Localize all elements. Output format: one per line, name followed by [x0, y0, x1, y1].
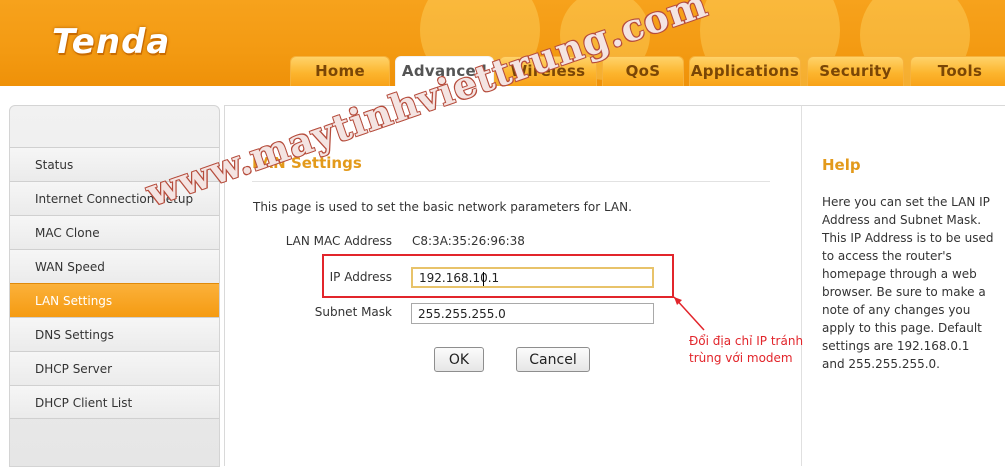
page-description: This page is used to set the basic netwo…: [253, 200, 632, 214]
ip-address-input[interactable]: [411, 267, 654, 288]
tab-advanced[interactable]: Advanced: [395, 56, 494, 86]
sidebar-item-internet-connection-setup[interactable]: Internet Connection Setup: [10, 181, 219, 215]
sidebar: Status Internet Connection Setup MAC Clo…: [9, 105, 220, 467]
text-cursor: [483, 272, 484, 286]
header-bar: Tenda Home Advanced Wireless QoS Applica…: [0, 0, 1005, 86]
sidebar-item-mac-clone[interactable]: MAC Clone: [10, 215, 219, 249]
help-title: Help: [822, 156, 861, 174]
tab-tools[interactable]: Tools: [910, 56, 1005, 86]
ip-address-label: IP Address: [329, 270, 392, 284]
subnet-mask-input[interactable]: [411, 303, 654, 324]
help-text: Here you can set the LAN IP Address and …: [822, 195, 994, 371]
sidebar-item-lan-settings[interactable]: LAN Settings: [10, 283, 219, 317]
cancel-button[interactable]: Cancel: [516, 347, 590, 372]
page-title: LAN Settings: [252, 154, 362, 172]
title-divider: [252, 181, 770, 182]
tab-home[interactable]: Home: [290, 56, 390, 86]
mac-address-value: C8:3A:35:26:96:38: [412, 234, 525, 248]
tab-qos[interactable]: QoS: [602, 56, 684, 86]
tab-security[interactable]: Security: [807, 56, 904, 86]
tab-applications[interactable]: Applications: [689, 56, 801, 86]
ok-button[interactable]: OK: [434, 347, 484, 372]
sidebar-item-dns-settings[interactable]: DNS Settings: [10, 317, 219, 351]
annotation-note: Đổi địa chỉ IP tránh trùng với modem: [689, 334, 804, 365]
tab-wireless[interactable]: Wireless: [499, 56, 597, 86]
sidebar-item-dhcp-client-list[interactable]: DHCP Client List: [10, 385, 219, 419]
sidebar-item-status[interactable]: Status: [10, 147, 219, 181]
mac-address-label: LAN MAC Address: [285, 234, 392, 248]
sidebar-item-dhcp-server[interactable]: DHCP Server: [10, 351, 219, 385]
sidebar-item-wan-speed[interactable]: WAN Speed: [10, 249, 219, 283]
main-nav: Home Advanced Wireless QoS Applications …: [0, 56, 1005, 86]
subnet-mask-label: Subnet Mask: [314, 305, 392, 319]
